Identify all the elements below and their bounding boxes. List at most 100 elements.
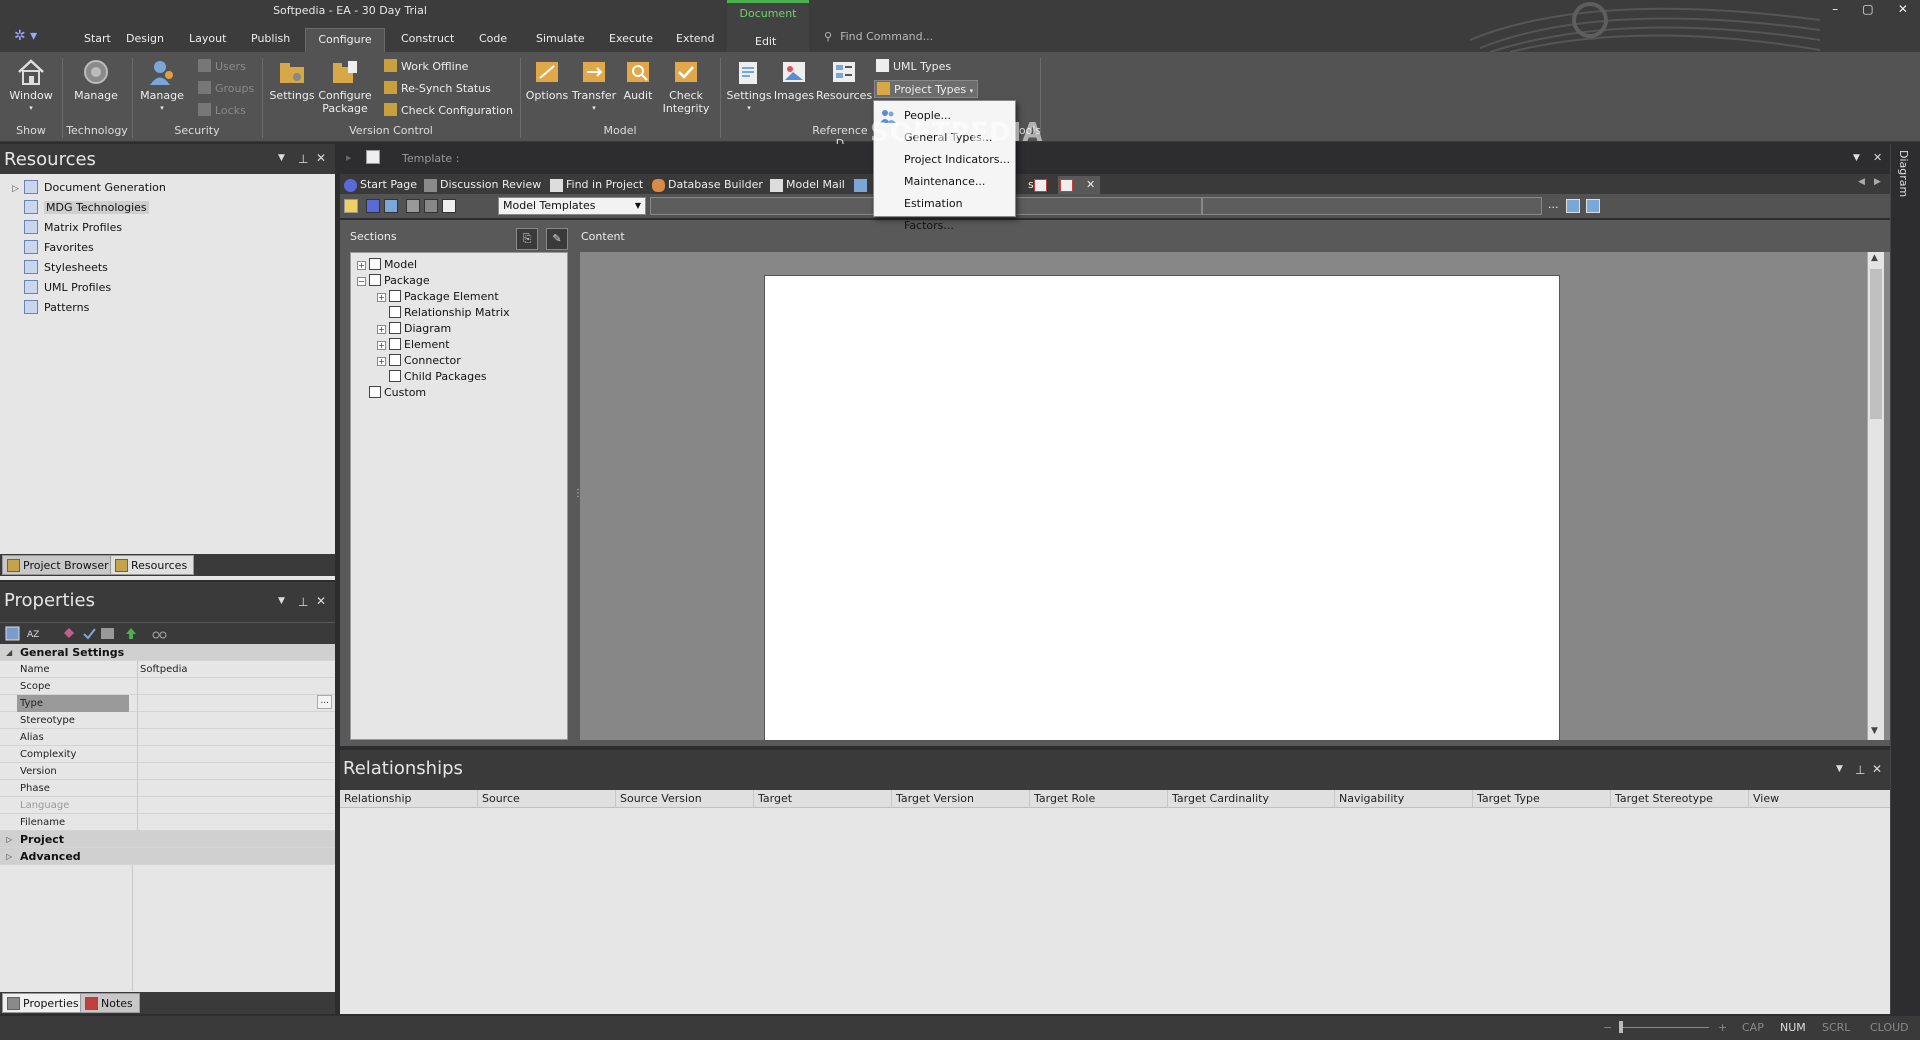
edit-section-icon[interactable]: ✎ <box>546 228 568 250</box>
expand-icon[interactable]: + <box>377 357 386 366</box>
calendar-icon[interactable] <box>1566 199 1580 213</box>
glasses-icon[interactable] <box>152 626 167 641</box>
template-path-input-right[interactable] <box>1202 197 1542 215</box>
menu-item-project-indicators[interactable]: Project Indicators... <box>874 149 1015 171</box>
save-as-icon[interactable] <box>384 199 398 213</box>
tab-start[interactable]: Start <box>74 28 121 52</box>
expand-icon[interactable]: ▷ <box>12 179 24 199</box>
property-row-complexity[interactable]: Complexity <box>0 746 335 763</box>
zoom-out-button[interactable]: − <box>1603 1021 1612 1034</box>
expand-icon[interactable]: + <box>377 325 386 334</box>
security-manage-button[interactable]: Manage ▾ <box>136 58 188 115</box>
tab-construct[interactable]: Construct <box>391 28 464 52</box>
checkbox[interactable] <box>369 386 381 398</box>
check-configuration-button[interactable]: Check Configuration <box>384 102 513 120</box>
resynch-status-button[interactable]: Re-Synch Status <box>384 80 491 98</box>
column-header[interactable]: Target Role <box>1030 790 1168 808</box>
panel-menu-icon[interactable]: ▼ <box>1836 764 1843 774</box>
up-arrow-icon[interactable] <box>124 626 139 641</box>
checkbox[interactable] <box>389 370 401 382</box>
collapse-arrow-icon[interactable]: ◢ <box>6 644 12 661</box>
property-row-phase[interactable]: Phase <box>0 780 335 797</box>
checkbox[interactable] <box>389 354 401 366</box>
panel-menu-icon[interactable]: ▼ <box>278 596 285 606</box>
property-row-name[interactable]: Name Softpedia <box>0 661 335 678</box>
reference-settings-button[interactable]: Settings ▾ <box>726 58 772 115</box>
close-panel-icon[interactable]: ✕ <box>316 151 326 165</box>
doc-tab-find-in-project[interactable]: Find in Project <box>548 176 643 194</box>
tab-simulate[interactable]: Simulate <box>526 28 595 52</box>
checkbox[interactable] <box>389 306 401 318</box>
diagram-dock-tab[interactable]: Diagram <box>1897 150 1910 197</box>
column-header[interactable]: Target Stereotype <box>1611 790 1749 808</box>
property-row-alias[interactable]: Alias <box>0 729 335 746</box>
property-row-type[interactable]: Type... <box>0 695 335 712</box>
tree-item-stylesheets[interactable]: Stylesheets <box>12 258 108 278</box>
column-header[interactable]: Source Version <box>616 790 754 808</box>
vc-settings-button[interactable]: Settings <box>268 58 316 102</box>
checkbox[interactable] <box>389 322 401 334</box>
categorized-icon[interactable] <box>5 626 20 641</box>
tree-item-patterns[interactable]: Patterns <box>12 298 89 318</box>
menu-item-maintenance[interactable]: Maintenance... <box>874 171 1015 193</box>
options-button[interactable]: Options <box>524 58 570 102</box>
section-relationship-matrix[interactable]: Relationship Matrix <box>389 305 510 321</box>
zoom-slider-thumb[interactable] <box>1619 1021 1623 1033</box>
sort-az-icon[interactable]: AZ <box>26 626 41 641</box>
tree-item-uml-profiles[interactable]: UML Profiles <box>12 278 111 298</box>
browse-button[interactable]: ... <box>1548 198 1559 211</box>
property-value[interactable] <box>137 729 335 746</box>
property-value[interactable] <box>137 763 335 780</box>
minimize-icon[interactable]: – <box>1832 2 1838 24</box>
pane-splitter[interactable]: ⋮ <box>572 252 583 740</box>
scroll-up-icon[interactable]: ▲ <box>1871 253 1878 263</box>
add-section-icon[interactable]: ⎘ <box>516 228 538 250</box>
vertical-scrollbar[interactable]: ▲ ▼ <box>1867 252 1884 740</box>
export-icon[interactable] <box>424 199 438 213</box>
template-select[interactable]: Model Templates ▼ <box>498 197 646 215</box>
scrollbar-thumb[interactable] <box>1870 269 1882 419</box>
groups-button[interactable]: Groups <box>198 80 254 98</box>
tab-extend[interactable]: Extend <box>666 28 725 52</box>
section-child-packages[interactable]: Child Packages <box>389 369 487 385</box>
close-tab-icon[interactable]: ✕ <box>1086 176 1095 194</box>
checkbox[interactable] <box>369 274 381 286</box>
transfer-button[interactable]: Transfer ▾ <box>570 58 618 115</box>
doc-tab-discussion-review[interactable]: Discussion Review <box>422 176 541 194</box>
expand-arrow-icon[interactable]: ▷ <box>6 831 12 848</box>
column-header[interactable]: Navigability <box>1335 790 1473 808</box>
import-icon[interactable] <box>406 199 420 213</box>
check-icon[interactable] <box>82 626 97 641</box>
panel-menu-icon[interactable]: ▼ <box>278 153 285 163</box>
tree-item-document-generation[interactable]: ▷ Document Generation <box>12 178 166 198</box>
tab-design[interactable]: Design <box>116 28 174 52</box>
configure-package-button[interactable]: Configure Package <box>318 58 372 115</box>
close-window-icon[interactable]: ✕ <box>1898 2 1908 24</box>
window-button[interactable]: Window ▾ <box>6 58 56 115</box>
uml-types-button[interactable]: UML Types <box>876 58 951 76</box>
property-value[interactable] <box>137 780 335 797</box>
property-value[interactable] <box>137 678 335 695</box>
property-value[interactable] <box>137 797 335 814</box>
column-header[interactable]: Target Type <box>1473 790 1611 808</box>
find-command-box[interactable]: ⚲ Find Command... <box>824 30 1044 43</box>
section-package[interactable]: − Package <box>357 273 430 289</box>
check-integrity-button[interactable]: Check Integrity <box>658 58 714 115</box>
section-model[interactable]: + Model <box>357 257 417 273</box>
property-value[interactable] <box>137 712 335 729</box>
column-header[interactable]: Target <box>754 790 892 808</box>
tab-scroll-right-icon[interactable]: ▶ <box>1874 177 1881 187</box>
column-header[interactable]: Target Version <box>892 790 1030 808</box>
doc-tab-active[interactable]: ✕ <box>1058 176 1100 194</box>
scroll-down-icon[interactable]: ▼ <box>1871 726 1878 736</box>
expand-arrow-icon[interactable]: ▷ <box>6 848 12 865</box>
section-diagram[interactable]: + Diagram <box>377 321 451 337</box>
save-icon[interactable] <box>366 199 380 213</box>
doc-tab-start-page[interactable]: Start Page <box>342 176 417 194</box>
expand-icon[interactable]: + <box>357 261 366 270</box>
pin-icon[interactable]: ⊥ <box>1855 763 1865 777</box>
page-layout-icon[interactable] <box>442 199 456 213</box>
collapse-icon[interactable]: − <box>357 277 366 286</box>
tab-publish[interactable]: Publish <box>241 28 300 52</box>
section-connector[interactable]: + Connector <box>377 353 461 369</box>
